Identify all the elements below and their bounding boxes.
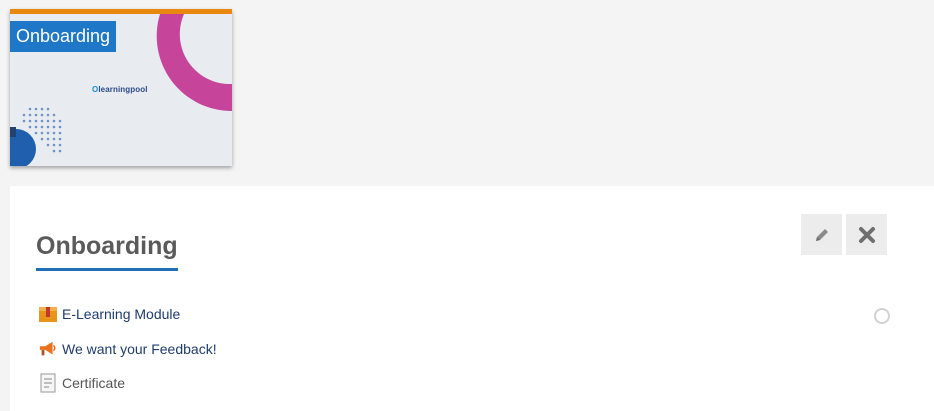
package-icon [38,304,58,324]
completion-status-icon [874,308,890,324]
list-item-label: Certificate [62,375,126,391]
megaphone-icon [38,339,58,359]
course-image: Onboarding Olearningpool [10,9,232,166]
list-item-feedback[interactable]: We want your Feedback! [38,339,217,359]
close-button[interactable] [846,214,887,255]
list-item-label: E-Learning Module [62,306,181,322]
course-panel: Onboarding E-Learning Module We want you… [10,186,934,411]
edit-button[interactable] [801,214,842,255]
course-image-title: Onboarding [10,21,117,52]
list-item-elearning[interactable]: E-Learning Module [38,304,180,324]
list-item-certificate[interactable]: Certificate [38,373,125,393]
pencil-icon [815,228,828,241]
close-icon [858,226,875,243]
document-icon [38,373,58,393]
list-item-label: We want your Feedback! [62,341,217,357]
learningpool-logo: Olearningpool [92,85,148,94]
panel-title: Onboarding [36,231,178,271]
